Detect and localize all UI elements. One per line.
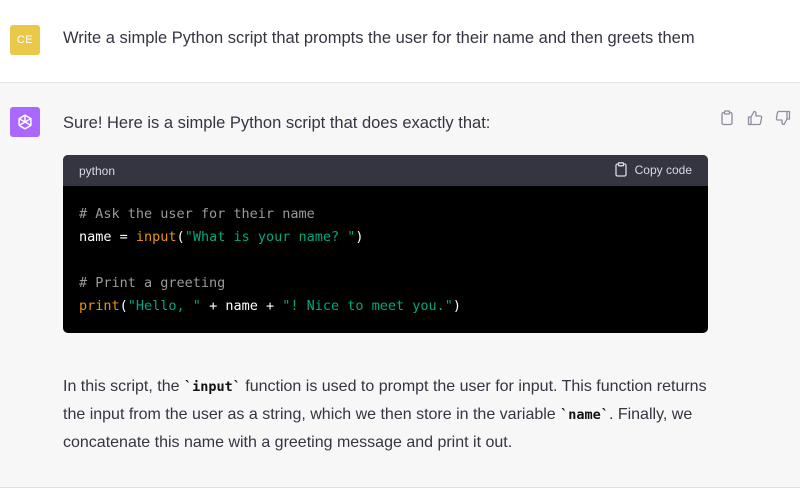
code-token-func: input — [136, 229, 177, 245]
explanation-text: In this script, the — [63, 378, 184, 395]
code-token-plain: ( — [120, 298, 128, 314]
assistant-avatar — [10, 107, 40, 137]
assistant-explanation: In this script, the `input` function is … — [63, 373, 713, 457]
clipboard-icon — [614, 162, 628, 177]
code-token-str: "Hello, " — [128, 298, 201, 314]
code-language-label: python — [79, 164, 115, 178]
code-line: name = input("What is your name? ") — [79, 226, 692, 249]
code-line: # Print a greeting — [79, 272, 692, 295]
code-line — [79, 249, 692, 272]
copy-code-button[interactable]: Copy code — [614, 162, 692, 177]
openai-logo-icon — [15, 112, 35, 132]
code-token-func: print — [79, 298, 120, 314]
code-token-plain: ) — [453, 298, 461, 314]
thumbs-down-icon — [775, 110, 791, 126]
code-token-plain: + name + — [201, 298, 282, 314]
code-block: python Copy code # Ask the user for thei… — [63, 155, 708, 333]
code-line: # Ask the user for their name — [79, 203, 692, 226]
code-line: print("Hello, " + name + "! Nice to meet… — [79, 295, 692, 318]
message-actions — [719, 110, 791, 126]
code-token-str: "! Nice to meet you." — [282, 298, 453, 314]
thumbs-down-button[interactable] — [775, 110, 791, 126]
code-token-plain: name = — [79, 229, 136, 245]
copy-code-label: Copy code — [635, 163, 692, 177]
code-content: # Ask the user for their name name = inpu… — [63, 186, 708, 318]
assistant-message-row: Sure! Here is a simple Python script tha… — [0, 83, 800, 488]
code-token-str: "What is your name? " — [185, 229, 356, 245]
clipboard-icon — [719, 110, 735, 126]
thumbs-up-button[interactable] — [747, 110, 763, 126]
code-token-comment: # Print a greeting — [79, 275, 225, 291]
code-block-header: python Copy code — [63, 155, 708, 186]
code-token-plain: ) — [355, 229, 363, 245]
user-message-row: CE Write a simple Python script that pro… — [0, 0, 800, 83]
assistant-intro-text: Sure! Here is a simple Python script tha… — [63, 112, 490, 134]
code-token-comment: # Ask the user for their name — [79, 206, 315, 222]
user-avatar: CE — [10, 25, 40, 55]
inline-code-name: `name` — [560, 407, 609, 423]
thumbs-up-icon — [747, 110, 763, 126]
user-message-text: Write a simple Python script that prompt… — [63, 27, 695, 49]
code-token-plain: ( — [177, 229, 185, 245]
inline-code-input: `input` — [184, 379, 241, 395]
copy-message-button[interactable] — [719, 110, 735, 126]
